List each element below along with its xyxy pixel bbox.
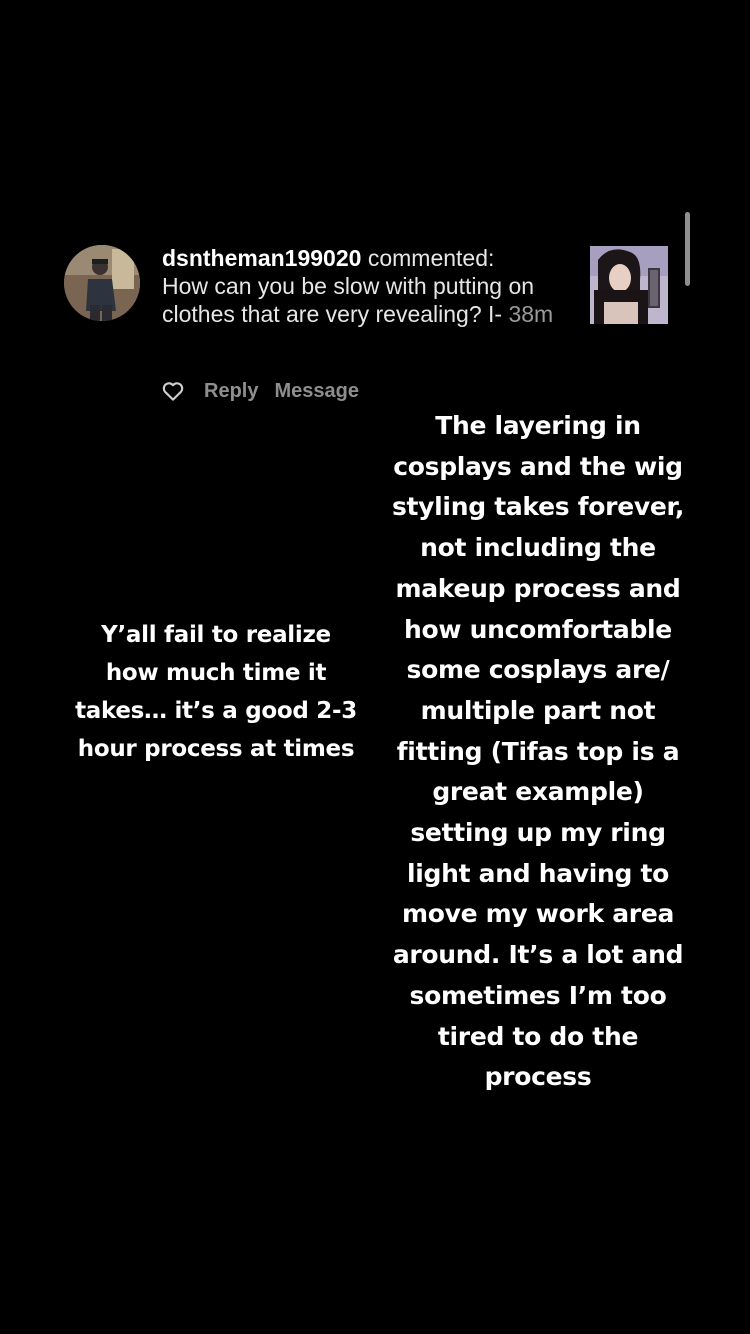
avatar-image [64,245,140,321]
comment-action: commented: [367,245,495,271]
comment-time: 38m [508,301,554,327]
story-caption-right: The layering in cosplays and the wig sty… [391,411,685,1092]
scroll-indicator [685,212,690,286]
comment-sticker[interactable]: dsntheman199020 commented: How can you b… [0,0,750,420]
comment-actions: Reply Message [162,376,359,406]
story-caption-left: Y’all fail to realize how much time it t… [75,622,357,762]
post-thumbnail[interactable] [590,246,668,324]
comment-text: How can you be slow with putting on clot… [162,273,535,327]
thumbnail-image [590,246,668,324]
heart-icon[interactable] [162,381,184,401]
comment-username[interactable]: dsntheman199020 [162,245,361,271]
reply-button[interactable]: Reply [204,380,258,403]
message-button[interactable]: Message [274,380,359,403]
comment-body: dsntheman199020 commented: How can you b… [162,244,562,328]
user-avatar[interactable] [64,245,140,321]
